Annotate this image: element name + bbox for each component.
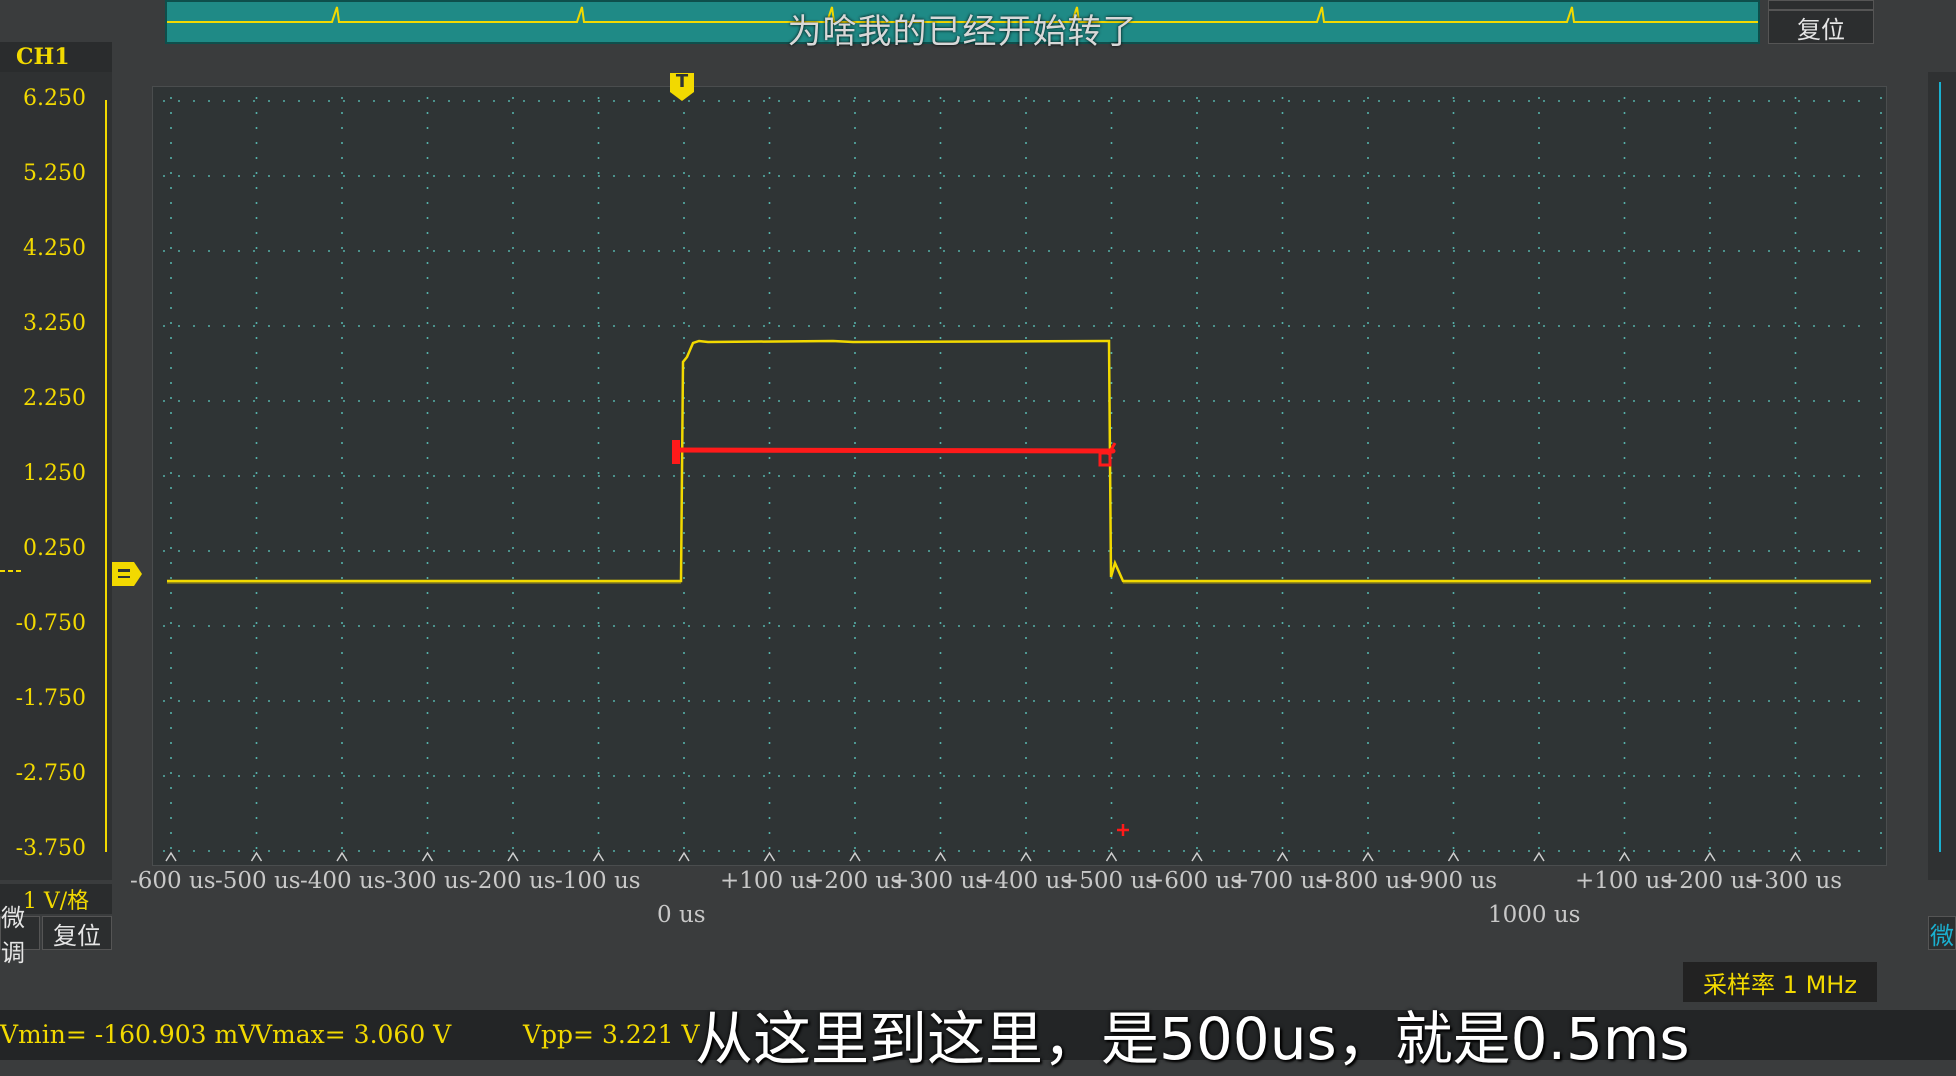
- x-tick-label: +100 us: [720, 868, 818, 894]
- y-tick-label: 3.250: [23, 311, 86, 336]
- cursor-start-mark: [672, 440, 680, 464]
- x-tick-arrow: [1447, 851, 1460, 862]
- x-tick-arrow: [507, 851, 519, 862]
- x-tick-arrow: [1704, 851, 1716, 862]
- x-tick-arrow: [1191, 851, 1203, 862]
- y-tick-label: 5.250: [23, 161, 86, 186]
- x-tick-label: -100 us: [555, 868, 641, 894]
- x-tick-arrow: [678, 851, 690, 862]
- overview-reset-button[interactable]: 复位: [1768, 10, 1874, 44]
- signal-trace: [167, 339, 1871, 583]
- y-tick-label: 1.250: [23, 461, 86, 486]
- sample-rate: 采样率 1 MHz: [1683, 962, 1877, 1002]
- x-major-label: 1000 us: [1488, 902, 1581, 928]
- y-tick-label: -3.750: [15, 836, 86, 861]
- x-tick-arrow: [592, 851, 605, 862]
- x-tick-arrow: [934, 851, 947, 862]
- x-tick-arrow: [336, 851, 348, 862]
- x-tick-arrow: [763, 851, 776, 862]
- x-tick-arrow: [849, 851, 861, 862]
- overview-strip[interactable]: 为啥我的已经开始转了: [165, 0, 1760, 52]
- y-tick-label: -1.750: [15, 686, 86, 711]
- trigger-marker[interactable]: T: [669, 71, 695, 102]
- vpp-readout: Vpp= 3.221 V: [523, 1020, 700, 1049]
- video-caption: 从这里到这里，是500us，就是0.5ms: [695, 1005, 1690, 1073]
- x-tick-label: +700 us: [1230, 868, 1328, 894]
- x-tick-label: -600 us: [130, 868, 216, 894]
- x-tick-label: +200 us: [805, 868, 903, 894]
- x-tick-label: +900 us: [1400, 868, 1498, 894]
- vmin-readout: Vmin= -160.903 mV: [0, 1020, 257, 1049]
- y-tick-label: 2.250: [23, 386, 86, 411]
- right-axis-line: [1939, 82, 1941, 852]
- cursor-line: [672, 447, 1116, 454]
- x-tick-arrow: [1618, 851, 1631, 862]
- ground-dash: [0, 570, 24, 572]
- x-tick-arrow: [250, 851, 263, 862]
- x-tick-arrow: [1362, 851, 1374, 862]
- x-tick-label: +100 us: [1575, 868, 1673, 894]
- x-tick-label: -400 us: [300, 868, 386, 894]
- x-tick-arrow: [1020, 851, 1032, 862]
- x-tick-label: +300 us: [1745, 868, 1843, 894]
- x-major-label: 0 us: [657, 902, 706, 928]
- x-tick-arrow: [165, 851, 177, 862]
- x-tick-label: +500 us: [1060, 868, 1158, 894]
- x-tick-arrow: [1789, 851, 1802, 862]
- x-tick-label: -500 us: [215, 868, 301, 894]
- y-tick-label: 0.250: [23, 536, 86, 561]
- reset-button[interactable]: 复位: [42, 916, 112, 950]
- y-tick-label: -0.750: [15, 611, 86, 636]
- x-tick-arrow: [1533, 851, 1545, 862]
- x-tick-label: +400 us: [975, 868, 1073, 894]
- ground-level-marker[interactable]: [110, 560, 144, 588]
- x-tick-label: -300 us: [385, 868, 471, 894]
- channel-label: CH1: [0, 42, 112, 72]
- x-tick-label: +600 us: [1145, 868, 1243, 894]
- x-tick-label: +200 us: [1660, 868, 1758, 894]
- right-axis-panel: [1928, 72, 1956, 880]
- y-tick-label: 6.250: [23, 86, 86, 111]
- top-subtitle: 为啥我的已经开始转了: [787, 12, 1138, 52]
- waveform-plot[interactable]: [152, 86, 1887, 866]
- x-tick-arrow: [421, 851, 434, 862]
- y-tick-label: -2.750: [15, 761, 86, 786]
- trigger-marker-label: T: [675, 71, 689, 92]
- overview-top-button[interactable]: [1768, 0, 1874, 10]
- fine-tune-button[interactable]: 微调: [0, 904, 40, 967]
- x-tick-label: +800 us: [1315, 868, 1413, 894]
- x-tick-label: -200 us: [470, 868, 556, 894]
- y-tick-label: 4.250: [23, 236, 86, 261]
- vmax-readout: Vmax= 3.060 V: [254, 1020, 452, 1049]
- x-tick-label: +300 us: [890, 868, 988, 894]
- x-tick-arrow: [1105, 851, 1118, 862]
- right-fine-button[interactable]: 微: [1928, 916, 1956, 950]
- plot-canvas[interactable]: [153, 87, 1886, 865]
- x-tick-arrow: [1276, 851, 1289, 862]
